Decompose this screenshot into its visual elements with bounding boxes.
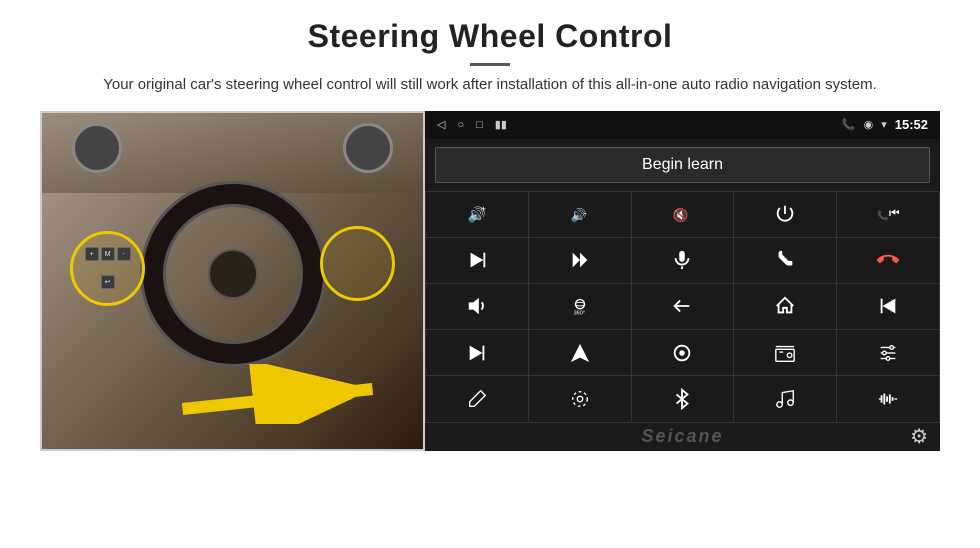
- music-icon: [774, 388, 796, 410]
- bluetooth-icon: [671, 388, 693, 410]
- source-button[interactable]: [632, 330, 734, 375]
- begin-learn-row: Begin learn: [425, 139, 940, 191]
- left-btn-1: +: [85, 247, 99, 261]
- status-right: 📞 ◉ ▾ 15:52: [842, 117, 928, 132]
- svg-text:🔇: 🔇: [673, 208, 689, 223]
- pen-icon: [466, 388, 488, 410]
- status-bar: ◁ ○ □ ▮▮ 📞 ◉ ▾ 15:52: [425, 111, 940, 139]
- gear-settings-button[interactable]: ⚙: [910, 424, 928, 449]
- time-display: 15:52: [895, 117, 928, 132]
- phone-icon: [774, 249, 796, 271]
- gauge-right: [343, 123, 393, 173]
- seek-next-icon: [569, 249, 591, 271]
- next-track-button[interactable]: [426, 238, 528, 283]
- seicane-watermark: Seicane: [641, 426, 723, 447]
- recent-nav-icon[interactable]: □: [476, 119, 483, 131]
- pen-button[interactable]: [426, 376, 528, 421]
- page-title: Steering Wheel Control: [40, 18, 940, 55]
- wifi-status-icon: ▾: [881, 118, 887, 131]
- svg-text:⏮: ⏮: [889, 206, 899, 221]
- svg-text:+: +: [481, 204, 486, 214]
- left-btn-3: -: [117, 247, 131, 261]
- location-status-icon: ◉: [864, 118, 874, 131]
- 360-icon: 360°: [569, 295, 591, 317]
- seek-next-button[interactable]: [529, 238, 631, 283]
- arrow-container: [162, 364, 403, 424]
- battery-icon: ▮▮: [495, 118, 507, 131]
- controls-grid: 🔊+ 🔊- 🔇 📞 ⏮: [425, 191, 940, 423]
- phone-status-icon: 📞: [842, 118, 856, 131]
- settings2-button[interactable]: [529, 376, 631, 421]
- vol-down-button[interactable]: 🔊-: [529, 192, 631, 237]
- arrow-svg: [162, 364, 403, 424]
- left-btn-2: M: [101, 247, 115, 261]
- back-nav-icon[interactable]: ◁: [437, 118, 445, 131]
- home-nav-icon[interactable]: ○: [457, 119, 464, 131]
- speaker-button[interactable]: [426, 284, 528, 329]
- radio-button[interactable]: [734, 330, 836, 375]
- home-button[interactable]: [734, 284, 836, 329]
- svg-text:360°: 360°: [573, 311, 584, 317]
- title-divider: [470, 63, 510, 66]
- left-button-cluster: + M - ↩: [70, 231, 145, 306]
- waveform-button[interactable]: [837, 376, 939, 421]
- source-icon: [671, 342, 693, 364]
- home-icon: [774, 295, 796, 317]
- eq-button[interactable]: [837, 330, 939, 375]
- settings2-icon: [569, 388, 591, 410]
- fast-fwd-button[interactable]: [426, 330, 528, 375]
- steering-wheel-photo: + M - ↩: [40, 111, 425, 451]
- next-track-icon: [466, 249, 488, 271]
- vol-up-button[interactable]: 🔊+: [426, 192, 528, 237]
- skip-back-icon: [877, 295, 899, 317]
- radio-icon: [774, 342, 796, 364]
- hang-up-button[interactable]: [837, 238, 939, 283]
- phone-button[interactable]: [734, 238, 836, 283]
- left-btn-4: ↩: [101, 275, 115, 289]
- android-screen: ◁ ○ □ ▮▮ 📞 ◉ ▾ 15:52 Begin learn: [425, 111, 940, 451]
- skip-back-button[interactable]: [837, 284, 939, 329]
- phone-prev-button[interactable]: 📞 ⏮: [837, 192, 939, 237]
- begin-learn-button[interactable]: Begin learn: [435, 147, 930, 183]
- back-button[interactable]: [632, 284, 734, 329]
- svg-text:-: -: [583, 208, 586, 218]
- status-left: ◁ ○ □ ▮▮: [437, 118, 507, 131]
- vol-down-icon: 🔊-: [569, 203, 591, 225]
- right-button-cluster: [320, 226, 395, 301]
- music-button[interactable]: [734, 376, 836, 421]
- mute-icon: 🔇: [671, 203, 693, 225]
- power-icon: [774, 203, 796, 225]
- sw-background: + M - ↩: [42, 113, 423, 449]
- bluetooth-button[interactable]: [632, 376, 734, 421]
- speaker-icon: [466, 295, 488, 317]
- subtitle: Your original car's steering wheel contr…: [80, 74, 900, 97]
- vol-up-icon: 🔊+: [466, 203, 488, 225]
- back-icon: [671, 295, 693, 317]
- phone-prev-icon: 📞 ⏮: [877, 203, 899, 225]
- mic-icon: [671, 249, 693, 271]
- svg-text:📞: 📞: [877, 210, 889, 222]
- page-wrapper: Steering Wheel Control Your original car…: [0, 0, 980, 548]
- power-button[interactable]: [734, 192, 836, 237]
- steering-wheel-center: [208, 249, 258, 299]
- 360-button[interactable]: 360°: [529, 284, 631, 329]
- gauge-left: [72, 123, 122, 173]
- content-area: + M - ↩: [40, 111, 940, 451]
- bottom-bar: Seicane ⚙: [425, 423, 940, 451]
- waveform-icon: [877, 388, 899, 410]
- title-section: Steering Wheel Control Your original car…: [40, 18, 940, 111]
- eq-icon: [877, 342, 899, 364]
- mute-button[interactable]: 🔇: [632, 192, 734, 237]
- fast-fwd-icon: [466, 342, 488, 364]
- mic-button[interactable]: [632, 238, 734, 283]
- nav-button[interactable]: [529, 330, 631, 375]
- hang-up-icon: [877, 249, 899, 271]
- nav-icon: [569, 342, 591, 364]
